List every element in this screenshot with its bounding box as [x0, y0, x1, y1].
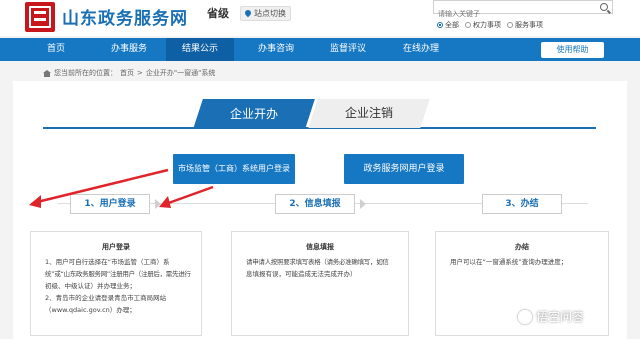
- card-title: 信息填报: [306, 243, 334, 251]
- station-switch-label: 站点切换: [254, 9, 286, 18]
- tab-label: 企业注销: [344, 106, 393, 120]
- card-login: 用户登录 1、用户可自行选择在“市场监管（工商）系 统”或“山东政务服务网”注册…: [30, 231, 202, 336]
- breadcrumb-home-link[interactable]: 首页: [120, 68, 134, 78]
- card-title: 办结: [515, 243, 529, 251]
- breadcrumb-prefix: 您当前所在的位置：: [54, 69, 117, 77]
- home-icon: [43, 69, 51, 77]
- nav-item-home[interactable]: 首页: [20, 38, 92, 61]
- card-body: 请申请人按照要求填写表格（请务必准确填写，如信 息填报有误，可能造成无法完成开办…: [232, 252, 408, 280]
- radio-label: 权力事项: [473, 21, 501, 29]
- watermark: 悟空问答: [518, 308, 584, 325]
- breadcrumb: 您当前所在的位置： 首页 > 企业开办"一窗通"系统: [43, 68, 215, 78]
- site-title[interactable]: 山东政务服务网: [62, 4, 188, 29]
- card-info-fill: 信息填报 请申请人按照要求填写表格（请务必准确填写，如信 息填报有误，可能造成无…: [231, 231, 409, 336]
- seal-frame: [29, 6, 51, 28]
- card-line: 息填报有误，可能造成无法完成开办）: [246, 270, 357, 278]
- breadcrumb-separator: >: [137, 69, 143, 77]
- radio-power-items[interactable]: 权力事项: [465, 20, 501, 30]
- nav-item-services[interactable]: 办事服务: [92, 38, 166, 61]
- help-button[interactable]: 使用帮助: [541, 42, 604, 58]
- breadcrumb-current: 企业开办"一窗通"系统: [145, 69, 216, 77]
- main-panel: 企业开办 企业注销 市场监管（工商）系统用户登录 政务服务网用户登录 1、用户登…: [13, 81, 627, 339]
- card-line: 1、用户可自行选择在“市场监管（工商）系: [45, 258, 170, 266]
- step-arrow-icon: [360, 199, 366, 209]
- watermark-logo-icon: [518, 309, 532, 324]
- tab-business-open[interactable]: 企业开办: [193, 99, 315, 129]
- card-body: 用户可以在“一窗通系统”查询办理进度；: [436, 252, 608, 268]
- nav-item-consult[interactable]: 办事咨询: [240, 38, 312, 61]
- nav-item-results[interactable]: 结果公示: [166, 38, 234, 61]
- site-logo-icon[interactable]: [25, 2, 55, 32]
- gov-login-button[interactable]: 政务服务网用户登录: [344, 154, 464, 184]
- radio-label: 全部: [445, 21, 459, 29]
- radio-dot: [507, 22, 513, 28]
- seal-bar: [34, 18, 46, 21]
- nav-item-online[interactable]: 在线办理: [384, 38, 458, 61]
- station-switch-button[interactable]: 站点切换: [240, 6, 291, 21]
- radio-all[interactable]: 全部: [437, 20, 459, 30]
- radio-service-items[interactable]: 服务事项: [507, 20, 543, 30]
- search-icon[interactable]: [600, 3, 608, 11]
- search-box: [433, 0, 613, 20]
- tab-business-close[interactable]: 企业注销: [308, 99, 430, 128]
- search-scope-radios: 全部 权力事项 服务事项: [437, 20, 543, 30]
- site-header: 山东政务服务网 省级 站点切换 全部 权力事项 服务事项: [0, 0, 640, 36]
- card-line: 2、青岛市的企业请登录青岛市工商局网站: [45, 294, 167, 302]
- radio-dot: [465, 22, 471, 28]
- location-pin-icon: [243, 8, 253, 18]
- radio-label: 服务事项: [515, 21, 543, 29]
- card-body: 1、用户可自行选择在“市场监管（工商）系 统”或“山东政务服务网”注册用户（注册…: [31, 252, 201, 316]
- main-nav: 首页 办事服务 结果公示 办事咨询 监督评议 在线办理 使用帮助: [0, 38, 640, 61]
- watermark-text: 悟空问答: [536, 310, 585, 324]
- card-line: 初级、中级认证）并办理业务；: [45, 282, 136, 290]
- nav-item-supervision[interactable]: 监督评议: [312, 38, 384, 61]
- card-line: 请申请人按照要求填写表格（请务必准确填写，如信: [246, 258, 389, 266]
- step-arrow-icon: [155, 199, 161, 209]
- step-info-fill[interactable]: 2、信息填报: [275, 194, 355, 214]
- seal-bar: [34, 11, 46, 14]
- search-input[interactable]: [434, 8, 594, 20]
- tab-label: 企业开办: [229, 107, 278, 121]
- level-label: 省级: [207, 7, 229, 20]
- card-line: （www.qdaic.gov.cn）办理；: [45, 306, 136, 314]
- step-complete[interactable]: 3、办结: [482, 194, 562, 214]
- step-login[interactable]: 1、用户登录: [70, 194, 150, 214]
- card-line: 统”或“山东政务服务网”注册用户（注册后，需先进行: [45, 270, 191, 278]
- radio-dot-selected: [437, 22, 443, 28]
- card-line: 用户可以在“一窗通系统”查询办理进度；: [450, 258, 568, 266]
- card-title: 用户登录: [102, 243, 130, 251]
- market-login-button[interactable]: 市场监管（工商）系统用户登录: [173, 154, 295, 184]
- arrow-head-icon: [29, 195, 41, 208]
